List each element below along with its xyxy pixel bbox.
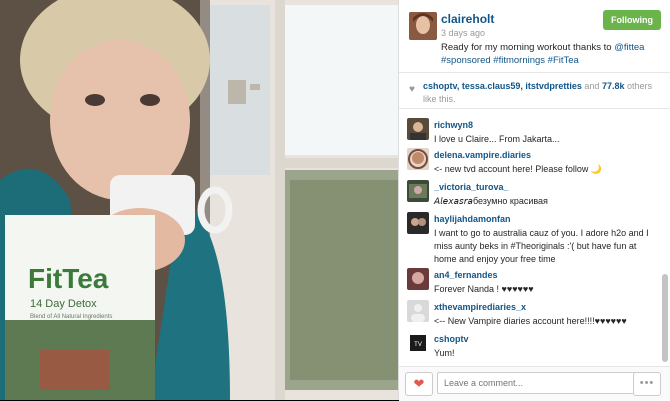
comment-username[interactable]: richwyn8: [434, 120, 473, 130]
heart-icon: ♥: [409, 84, 415, 95]
post-timestamp[interactable]: 3 days ago: [441, 28, 485, 38]
likes-text: cshoptv, tessa.claus59, itstvdpretties a…: [423, 80, 663, 106]
comment-avatar[interactable]: [407, 118, 429, 140]
comment-item: TV cshoptv Yum!: [399, 332, 661, 360]
caption-text: Ready for my morning workout thanks to: [441, 42, 615, 53]
svg-text:TV: TV: [414, 342, 422, 348]
comment-text: 𝘈𝘭𝘦𝘹𝘢𝘴𝘳𝘢безумно красивая: [434, 196, 548, 206]
comment-avatar[interactable]: TV: [407, 332, 429, 354]
comment-item: richwyn8 I love u Claire... From Jakarta…: [399, 118, 661, 146]
caption-hashtags[interactable]: #sponsored #fitmornings #FitTea: [441, 55, 579, 66]
comment-username[interactable]: an4_fernandes: [434, 270, 498, 280]
comments-scrollbar[interactable]: [661, 114, 669, 364]
comment-username[interactable]: _victoria_turova_: [434, 182, 509, 192]
photo-illustration: FitTea 14 Day Detox Blend of All Natural…: [0, 0, 398, 400]
likes-and: and: [581, 81, 602, 91]
comment-avatar-image: TV: [407, 332, 429, 354]
avatar-image: [409, 12, 437, 40]
avatar[interactable]: [409, 12, 437, 40]
post-modal: FitTea 14 Day Detox Blend of All Natural…: [0, 0, 670, 401]
post-photo[interactable]: FitTea 14 Day Detox Blend of All Natural…: [0, 0, 398, 400]
comment-text: <-- New Vampire diaries account here!!!!…: [434, 316, 627, 326]
comment-avatar[interactable]: [407, 268, 429, 290]
comments-list[interactable]: richwyn8 I love u Claire... From Jakarta…: [399, 114, 661, 364]
heart-icon: ❤: [413, 376, 425, 391]
package-brand: FitTea: [28, 263, 109, 294]
comment-item: _victoria_turova_ 𝘈𝘭𝘦𝘹𝘢𝘴𝘳𝘢безумно красив…: [399, 180, 661, 208]
package-tagline: Blend of All Natural Ingredients: [30, 314, 112, 320]
post-header: claireholt 3 days ago Ready for my morni…: [399, 0, 670, 73]
package-product: 14 Day Detox: [30, 298, 97, 310]
comment-item: haylijahdamonfan I want to go to austral…: [399, 212, 661, 266]
comment-avatar-image: [407, 180, 429, 202]
comment-item: an4_fernandes Forever Nanda ! ♥♥♥♥♥♥: [399, 268, 661, 296]
comment-avatar[interactable]: [407, 212, 429, 234]
comment-avatar-image: [407, 118, 429, 140]
comment-input[interactable]: [437, 372, 637, 394]
caption-mention[interactable]: @fittea: [614, 42, 644, 53]
more-options-button[interactable]: •••: [633, 372, 661, 396]
likes-users[interactable]: cshoptv, tessa.claus59, itstvdpretties: [423, 81, 582, 91]
following-button[interactable]: Following: [603, 10, 661, 30]
comments-panel: claireholt 3 days ago Ready for my morni…: [398, 0, 670, 401]
comment-avatar[interactable]: [407, 148, 429, 170]
comment-avatar-image: [407, 212, 429, 234]
comment-username[interactable]: cshoptv: [434, 334, 469, 344]
comment-avatar[interactable]: [407, 300, 429, 322]
comment-text: I want to go to australia cauz of you. I…: [434, 228, 649, 264]
comment-avatar-image: [407, 268, 429, 290]
comment-avatar[interactable]: [407, 180, 429, 202]
comment-username[interactable]: delena.vampire.diaries: [434, 150, 531, 160]
comment-text: Forever Nanda ! ♥♥♥♥♥♥: [434, 284, 534, 294]
comment-text: <- new tvd account here! Please follow 🌙: [434, 164, 603, 174]
comment-avatar-image: [407, 300, 429, 322]
comment-username[interactable]: xthevampirediaries_x: [434, 302, 526, 312]
comment-avatar-image: [407, 148, 429, 170]
likes-summary: ♥ cshoptv, tessa.claus59, itstvdpretties…: [399, 78, 670, 109]
comment-footer: ❤ •••: [399, 366, 670, 401]
likes-count[interactable]: 77.8k: [602, 81, 625, 91]
comment-item: delena.vampire.diaries <- new tvd accoun…: [399, 148, 661, 176]
comment-text: Yum!: [434, 348, 455, 358]
comment-username[interactable]: haylijahdamonfan: [434, 214, 511, 224]
post-username[interactable]: claireholt: [441, 12, 494, 26]
comment-text: I love u Claire... From Jakarta...: [434, 134, 560, 144]
scrollbar-thumb[interactable]: [662, 274, 668, 362]
post-caption: Ready for my morning workout thanks to @…: [441, 41, 661, 67]
comment-item: xthevampirediaries_x <-- New Vampire dia…: [399, 300, 661, 328]
like-button[interactable]: ❤: [405, 372, 433, 396]
